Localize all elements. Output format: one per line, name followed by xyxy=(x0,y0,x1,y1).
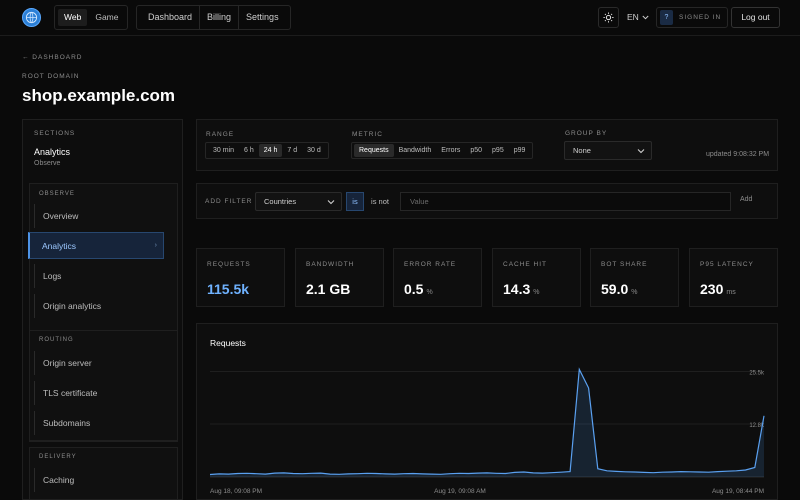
x-tick-label: Aug 18, 09:08 PM xyxy=(210,488,262,495)
stat-label: BOT SHARE xyxy=(601,261,648,268)
metric-p50[interactable]: p50 xyxy=(465,144,487,157)
stat-label: REQUESTS xyxy=(207,261,251,268)
chevron-down-icon xyxy=(642,15,649,19)
globe-logo-icon[interactable] xyxy=(22,8,41,27)
metric-p99[interactable]: p99 xyxy=(509,144,531,157)
sidebar-group-label: ROUTING xyxy=(39,337,74,343)
language-value: EN xyxy=(627,12,639,22)
sidebar-item-logs[interactable]: Logs xyxy=(34,264,164,288)
stat-value: 0.5% xyxy=(404,281,433,297)
stat-value: 2.1 GB xyxy=(306,281,351,297)
sidebar-item-origin-analytics[interactable]: Origin analytics xyxy=(34,294,164,318)
group-by-label: GROUP BY xyxy=(565,130,608,137)
platform-toggle: Web Game xyxy=(54,5,129,30)
logout-button[interactable]: Log out xyxy=(731,7,780,28)
sidebar-item-tls-certificate[interactable]: TLS certificate xyxy=(34,381,164,405)
platform-game-option[interactable]: Game xyxy=(89,9,124,26)
signed-in-badge: ? SIGNED IN xyxy=(656,7,729,28)
metric-errors[interactable]: Errors xyxy=(436,144,465,157)
sidebar-item-subdomains[interactable]: Subdomains xyxy=(34,411,164,435)
chevron-right-icon: › xyxy=(154,242,157,249)
add-filter-label: ADD FILTER xyxy=(205,198,253,205)
sidebar-item-analytics[interactable]: Analytics › xyxy=(28,232,164,259)
range-6h[interactable]: 6 h xyxy=(239,144,259,157)
last-updated-text: updated 9:08:32 PM xyxy=(706,151,770,158)
nav-dashboard[interactable]: Dashboard xyxy=(141,6,201,29)
sidebar-group-label: DELIVERY xyxy=(39,454,77,460)
metric-label: METRIC xyxy=(352,131,383,138)
add-filter-button[interactable]: Add xyxy=(740,196,752,203)
sidebar-current-section: Analytics xyxy=(34,147,71,157)
sidebar-item-label: Analytics xyxy=(42,240,77,251)
stat-value: 115.5k xyxy=(207,281,250,297)
filter-field-select[interactable]: Countries xyxy=(255,192,342,211)
stat-card-requests: REQUESTS 115.5k xyxy=(196,248,285,307)
filter-field-value: Countries xyxy=(264,197,297,206)
sidebar-current-group: Observe xyxy=(34,160,61,167)
x-tick-label: Aug 19, 09:08 AM xyxy=(434,488,486,495)
signed-in-label: SIGNED IN xyxy=(679,14,722,21)
theme-toggle-button[interactable] xyxy=(598,7,619,28)
group-by-select[interactable]: None xyxy=(564,141,652,160)
group-by-value: None xyxy=(573,146,591,155)
series-line xyxy=(209,367,765,476)
root-domain-label: ROOT DOMAIN xyxy=(22,73,80,80)
stat-label: ERROR RATE xyxy=(404,261,457,268)
platform-web-option[interactable]: Web xyxy=(58,9,88,26)
range-30min[interactable]: 30 min xyxy=(208,144,239,157)
sun-icon xyxy=(603,12,614,23)
stat-label: BANDWIDTH xyxy=(306,261,355,268)
sidebar: SECTIONS Analytics Observe OBSERVE Overv… xyxy=(22,119,183,500)
stat-value: 14.3% xyxy=(503,281,540,297)
stat-card-bot-share: BOT SHARE 59.0% xyxy=(590,248,679,307)
chevron-down-icon xyxy=(327,200,335,205)
sidebar-item-origin-server[interactable]: Origin server xyxy=(34,351,164,375)
sidebar-sections-label: SECTIONS xyxy=(34,130,76,137)
stat-value: 230 ms xyxy=(700,281,736,297)
sidebar-group-label: OBSERVE xyxy=(39,191,75,197)
filter-operator-is[interactable]: is xyxy=(346,192,364,211)
sidebar-item-overview[interactable]: Overview xyxy=(34,204,164,228)
requests-chart-plot: 25.5k12.8kAug 18, 09:08 PM Aug 19, 09:08 … xyxy=(209,367,765,495)
stat-card-error-rate: ERROR RATE 0.5% xyxy=(393,248,482,307)
metric-bandwidth[interactable]: Bandwidth xyxy=(394,144,437,157)
main-nav: Dashboard Billing Settings xyxy=(136,5,291,30)
nav-billing[interactable]: Billing xyxy=(200,6,240,29)
range-24h[interactable]: 24 h xyxy=(258,144,283,157)
stat-label: CACHE HIT xyxy=(503,261,548,268)
requests-chart: Requests 25.5k 12.8k Aug 18, 09:08 PM Aug 1… xyxy=(196,323,778,500)
metric-selector: Requests Bandwidth Errors p50 p95 p99 xyxy=(351,142,534,159)
sidebar-item-caching[interactable]: Caching xyxy=(34,468,164,492)
stat-card-cache-hit: CACHE HIT 14.3% xyxy=(492,248,581,307)
series-area xyxy=(210,369,764,477)
range-7d[interactable]: 7 d xyxy=(282,144,302,157)
back-to-dashboard-link[interactable]: ← DASHBOARD xyxy=(22,54,82,61)
language-select[interactable]: EN xyxy=(627,12,649,22)
stat-card-p95-latency: P95 LATENCY 230 ms xyxy=(689,248,778,307)
page-title: shop.example.com xyxy=(22,86,176,105)
range-label: RANGE xyxy=(206,131,235,138)
stat-card-bandwidth: BANDWIDTH 2.1 GB xyxy=(295,248,384,307)
x-tick-label: Aug 19, 08:44 PM xyxy=(712,488,764,495)
range-30d[interactable]: 30 d xyxy=(302,144,326,157)
y-tick-label: 25.5k xyxy=(749,370,765,376)
chevron-down-icon xyxy=(637,149,645,154)
nav-settings[interactable]: Settings xyxy=(239,6,286,29)
metric-p95[interactable]: p95 xyxy=(487,144,509,157)
filter-operator-is-not[interactable]: is not xyxy=(365,192,395,211)
stat-value: 59.0% xyxy=(601,281,638,297)
user-help-icon: ? xyxy=(660,10,673,25)
top-bar: Web Game Dashboard Billing Settings EN ?… xyxy=(0,0,800,36)
range-selector: 30 min 6 h 24 h 7 d 30 d xyxy=(205,142,329,159)
metric-requests[interactable]: Requests xyxy=(354,144,394,157)
stat-label: P95 LATENCY xyxy=(700,261,754,268)
filter-value-input[interactable] xyxy=(400,192,731,211)
